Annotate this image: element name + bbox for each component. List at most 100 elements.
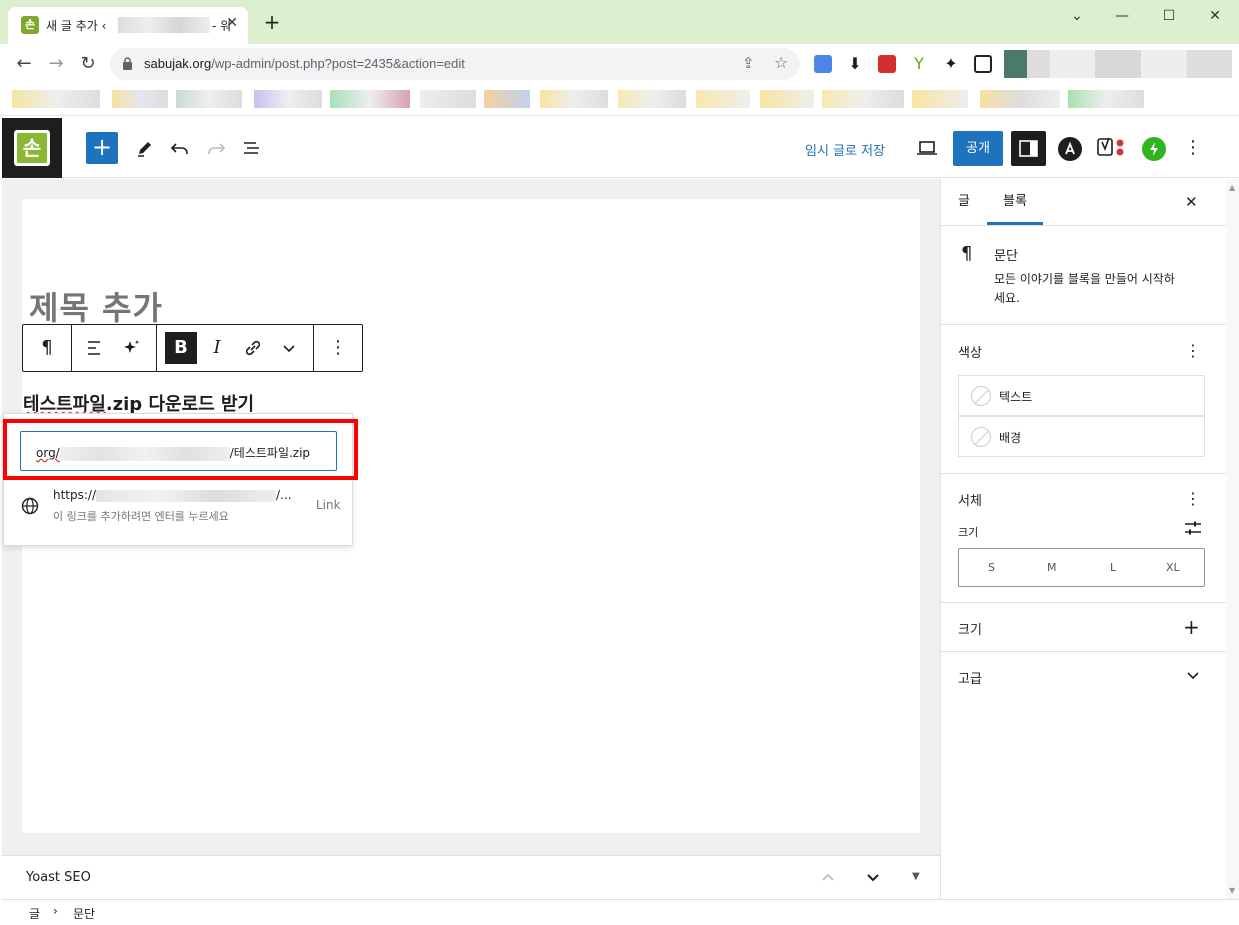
background-color-label: 배경 bbox=[999, 431, 1022, 445]
browser-tab[interactable]: 손 새 글 추가 ‹ - 워 ✕ bbox=[8, 7, 248, 44]
url-host: sabujak.org bbox=[144, 56, 212, 71]
new-tab-button[interactable]: + bbox=[262, 12, 282, 32]
link-icon[interactable] bbox=[237, 332, 269, 364]
edit-tools-pencil-icon[interactable] bbox=[130, 134, 158, 162]
advanced-section-title[interactable]: 고급 bbox=[958, 668, 982, 687]
bookmark-item[interactable] bbox=[330, 90, 410, 108]
toggle-panel-triangle-icon[interactable]: ▼ bbox=[912, 871, 920, 882]
bookmarks-bar bbox=[0, 84, 1239, 116]
redo-icon[interactable] bbox=[202, 134, 230, 162]
scroll-down-arrow-icon[interactable]: ▼ bbox=[1229, 886, 1235, 895]
text-color-label: 텍스트 bbox=[999, 390, 1033, 404]
sidebar-scrollbar[interactable]: ▲ ▼ bbox=[1226, 179, 1239, 899]
pdf-extension-icon[interactable] bbox=[878, 55, 896, 73]
bookmark-item[interactable] bbox=[420, 90, 476, 108]
bookmark-item[interactable] bbox=[618, 90, 686, 108]
bookmark-item[interactable] bbox=[760, 90, 814, 108]
minimize-button[interactable]: — bbox=[1111, 6, 1133, 26]
yoast-seo-icon[interactable] bbox=[1096, 135, 1128, 161]
move-up-chevron-icon[interactable] bbox=[820, 869, 836, 885]
site-icon-button[interactable]: 손 bbox=[2, 118, 62, 178]
more-formats-chevron-icon[interactable] bbox=[273, 332, 305, 364]
suggestion-url: https:// /... bbox=[53, 488, 292, 502]
publish-button[interactable]: 공개 bbox=[953, 131, 1003, 166]
post-title-placeholder[interactable]: 제목 추가 bbox=[29, 283, 163, 329]
share-icon[interactable]: ⇪ bbox=[742, 54, 755, 72]
yoast-seo-metabox[interactable]: Yoast SEO ▼ bbox=[2, 855, 940, 899]
bookmark-item[interactable] bbox=[254, 90, 322, 108]
bookmark-item[interactable] bbox=[112, 90, 168, 108]
back-arrow-icon[interactable]: ← bbox=[12, 52, 36, 76]
ai-sparkle-icon[interactable] bbox=[116, 332, 148, 364]
breadcrumb-paragraph[interactable]: 문단 bbox=[73, 905, 95, 922]
text-color-swatch bbox=[971, 386, 991, 406]
profile-area-redacted[interactable] bbox=[1004, 50, 1232, 78]
address-bar[interactable]: sabujak.org/wp-admin/post.php?post=2435&… bbox=[110, 48, 800, 80]
options-kebab-icon[interactable]: ⋮ bbox=[1184, 137, 1202, 161]
jetpack-icon[interactable] bbox=[1142, 137, 1166, 161]
font-size-picker: S M L XL bbox=[958, 548, 1205, 587]
block-options-kebab-icon[interactable]: ⋮ bbox=[322, 332, 354, 364]
lock-icon bbox=[123, 57, 132, 70]
suggestion-type-badge: Link bbox=[316, 498, 341, 512]
italic-button[interactable]: I bbox=[201, 332, 233, 364]
tab-close-icon[interactable]: ✕ bbox=[226, 15, 238, 31]
tab-block[interactable]: 블록 bbox=[987, 179, 1043, 225]
bookmark-item[interactable] bbox=[822, 90, 904, 108]
close-sidebar-icon[interactable]: ✕ bbox=[1185, 193, 1198, 211]
size-option-xl[interactable]: XL bbox=[1166, 561, 1180, 574]
background-color-option[interactable]: 배경 bbox=[958, 416, 1205, 457]
bookmark-item[interactable] bbox=[912, 90, 968, 108]
block-inserter-button[interactable]: + bbox=[86, 132, 118, 164]
breadcrumb-post[interactable]: 글 bbox=[29, 905, 40, 922]
suggestion-hint: 이 링크를 추가하려면 엔터를 누르세요 bbox=[53, 510, 229, 523]
paragraph-misspelled: 테스트파일 bbox=[23, 394, 106, 415]
bookmark-star-icon[interactable]: ☆ bbox=[774, 53, 788, 72]
preview-laptop-icon[interactable] bbox=[913, 134, 941, 162]
scroll-up-arrow-icon[interactable]: ▲ bbox=[1229, 183, 1235, 192]
bookmark-item[interactable] bbox=[12, 90, 100, 108]
paragraph-block-icon[interactable]: ¶ bbox=[31, 332, 63, 364]
bookmark-item[interactable] bbox=[540, 90, 608, 108]
bookmark-item[interactable] bbox=[980, 90, 1060, 108]
settings-panel-icon[interactable] bbox=[1011, 131, 1046, 166]
suggestion-url-suffix: /... bbox=[276, 488, 292, 502]
size-option-l[interactable]: L bbox=[1110, 561, 1116, 574]
move-down-chevron-icon[interactable] bbox=[865, 869, 881, 885]
dimensions-section-title[interactable]: 크기 bbox=[958, 619, 982, 638]
undo-icon[interactable] bbox=[166, 134, 194, 162]
plus-icon[interactable]: + bbox=[1183, 615, 1200, 639]
tab-title: 새 글 추가 ‹ bbox=[46, 19, 107, 33]
astra-icon[interactable] bbox=[1058, 137, 1082, 161]
size-option-m[interactable]: M bbox=[1047, 561, 1057, 574]
link-url-input[interactable]: org/ /테스트파일.zip bbox=[20, 431, 337, 471]
color-options-kebab-icon[interactable]: ⋮ bbox=[1185, 341, 1201, 361]
tab-search-icon[interactable]: ⌄ bbox=[1066, 6, 1088, 26]
bookmark-item[interactable] bbox=[1068, 90, 1144, 108]
text-color-option[interactable]: 텍스트 bbox=[958, 375, 1205, 416]
side-panel-icon[interactable] bbox=[974, 55, 992, 73]
bookmark-item[interactable] bbox=[696, 90, 750, 108]
save-draft-button[interactable]: 임시 글로 저장 bbox=[805, 140, 885, 159]
reload-icon[interactable]: ↻ bbox=[76, 52, 100, 76]
custom-size-settings-icon[interactable] bbox=[1184, 519, 1202, 537]
typography-options-kebab-icon[interactable]: ⋮ bbox=[1185, 489, 1201, 509]
window-close-button[interactable]: ✕ bbox=[1204, 6, 1226, 26]
tab-post[interactable]: 글 bbox=[958, 179, 970, 225]
chevron-down-icon[interactable] bbox=[1185, 667, 1201, 683]
download-extension-icon[interactable]: ⬇ bbox=[846, 55, 864, 73]
yoast-extension-icon[interactable]: Y bbox=[910, 55, 928, 73]
forward-arrow-icon[interactable]: → bbox=[44, 52, 68, 76]
maximize-button[interactable]: ☐ bbox=[1158, 6, 1180, 26]
bookmark-item[interactable] bbox=[484, 90, 530, 108]
translate-extension-icon[interactable] bbox=[814, 55, 832, 73]
size-option-s[interactable]: S bbox=[988, 561, 995, 574]
align-left-icon[interactable] bbox=[80, 332, 112, 364]
globe-icon bbox=[21, 497, 39, 515]
bookmark-item[interactable] bbox=[176, 90, 242, 108]
extensions-puzzle-icon[interactable]: ✦ bbox=[942, 55, 960, 73]
block-toolbar: ¶ B I ⋮ bbox=[22, 324, 363, 372]
document-overview-icon[interactable] bbox=[238, 134, 266, 162]
link-suggestion-item[interactable]: https:// /... 이 링크를 추가하려면 엔터를 누르세요 Link bbox=[20, 484, 341, 530]
bold-button[interactable]: B bbox=[165, 332, 197, 364]
